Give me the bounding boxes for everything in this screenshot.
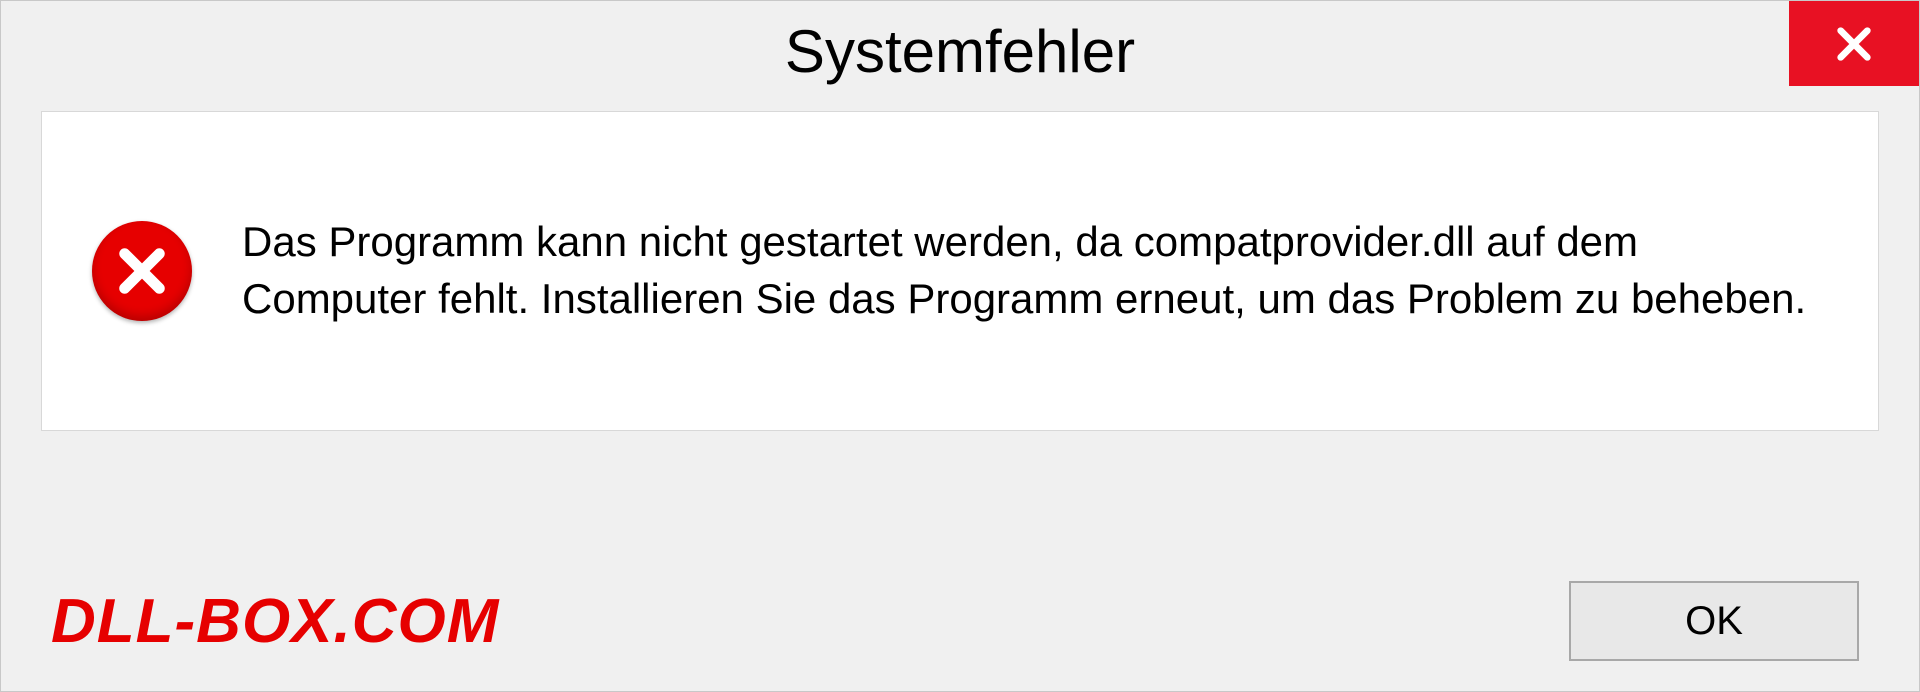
dialog-title: Systemfehler [785,17,1135,86]
close-button[interactable] [1789,1,1919,86]
ok-button[interactable]: OK [1569,581,1859,661]
error-message: Das Programm kann nicht gestartet werden… [242,214,1828,327]
titlebar: Systemfehler [1,1,1919,101]
watermark-text: DLL-BOX.COM [51,586,499,657]
content-panel: Das Programm kann nicht gestartet werden… [41,111,1879,431]
dialog-footer: DLL-BOX.COM OK [1,581,1919,661]
close-icon [1834,24,1874,64]
error-dialog: Systemfehler Das Programm kann nicht ges… [0,0,1920,692]
error-icon [92,221,192,321]
